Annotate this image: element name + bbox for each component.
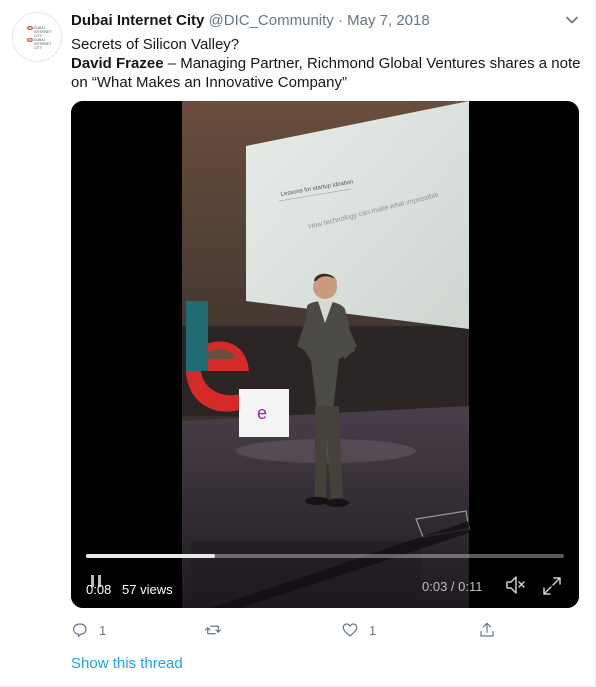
- podium-logo: e: [257, 403, 267, 423]
- show-thread-link[interactable]: Show this thread: [71, 655, 183, 672]
- share-button[interactable]: [478, 620, 496, 640]
- reply-count: 1: [99, 622, 107, 638]
- mute-icon[interactable]: [504, 574, 526, 596]
- mentioned-person: David Frazee: [71, 55, 164, 72]
- time-display: 0:03 / 0:11: [422, 579, 483, 594]
- avatar[interactable]: DUBAI INTERNET CITY DUBAI INTERNET CITY: [12, 12, 62, 62]
- logo-text-6: CITY: [34, 46, 42, 50]
- tweet-date[interactable]: May 7, 2018: [347, 12, 430, 29]
- meta-separator: ·: [337, 12, 343, 29]
- author-handle[interactable]: @DIC_Community: [209, 12, 334, 29]
- tweet-text: Secrets of Silicon Valley? David Frazee …: [71, 35, 581, 92]
- tweet-header: Dubai Internet City @DIC_Community · May…: [71, 12, 430, 29]
- elapsed-badge: 0:08: [86, 582, 112, 597]
- retweet-button[interactable]: [204, 620, 232, 640]
- view-count: 57 views: [122, 582, 173, 597]
- chevron-down-icon[interactable]: [565, 13, 579, 27]
- video-progress-track[interactable]: [86, 554, 564, 558]
- reply-button[interactable]: 1: [71, 620, 106, 640]
- share-icon: [480, 622, 494, 637]
- video-frame: Lessons for startup ideation How technol…: [71, 101, 579, 608]
- tweet-text-line1: Secrets of Silicon Valley?: [71, 36, 240, 53]
- tweet-text-body: David Frazee – Managing Partner, Richmon…: [71, 54, 581, 92]
- reply-icon: [73, 623, 87, 637]
- video-progress-fill: [86, 554, 216, 558]
- tweet-actions: 1 1: [71, 620, 501, 642]
- fullscreen-icon[interactable]: [541, 575, 563, 597]
- like-count: 1: [369, 622, 377, 638]
- author-name[interactable]: Dubai Internet City: [71, 12, 204, 29]
- like-button[interactable]: 1: [341, 620, 376, 640]
- video-player[interactable]: Lessons for startup ideation How technol…: [71, 101, 579, 608]
- heart-icon: [342, 623, 358, 637]
- retweet-icon: [204, 625, 222, 635]
